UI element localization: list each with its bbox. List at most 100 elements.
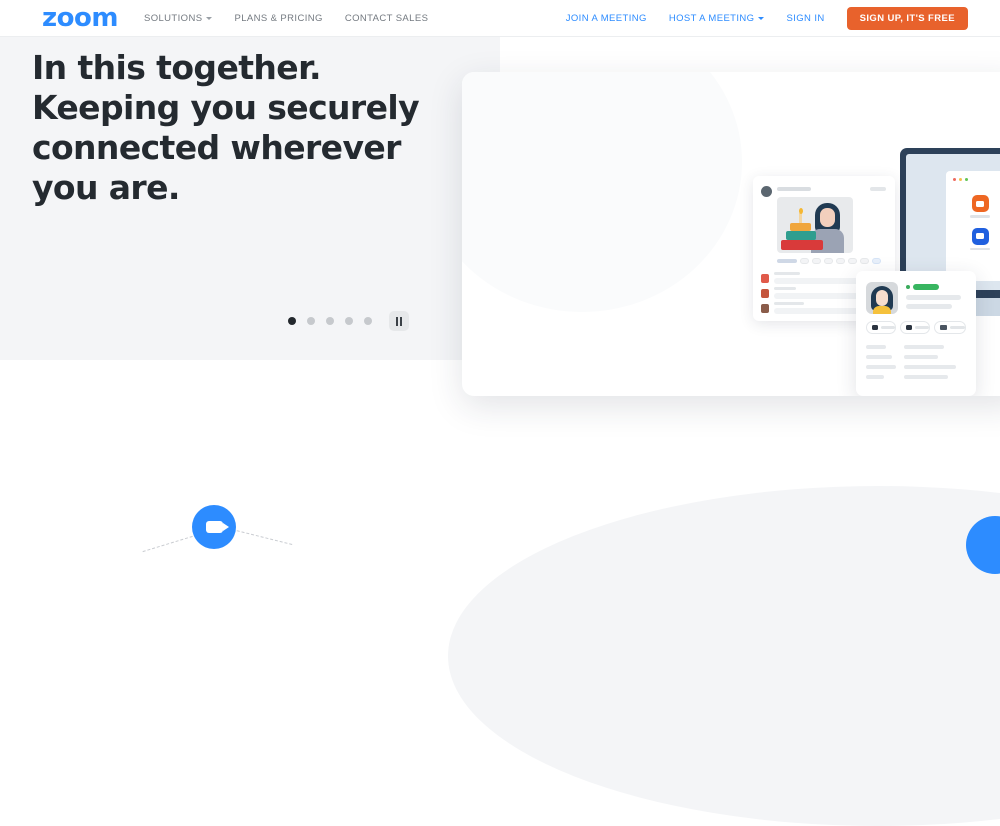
video-camera-badge bbox=[192, 505, 236, 549]
hero-carousel-controls bbox=[288, 311, 409, 331]
rooms-icon bbox=[971, 227, 989, 245]
nav-item-contact-sales-label: CONTACT SALES bbox=[344, 12, 429, 24]
meetings-icon bbox=[971, 195, 989, 212]
app-label bbox=[970, 215, 990, 218]
message-icon bbox=[761, 273, 769, 283]
cake-layer-middle bbox=[786, 231, 816, 240]
card-sheen-decoration bbox=[462, 72, 742, 312]
bottom-curve-decoration bbox=[448, 486, 1000, 826]
nav-item-solutions[interactable]: SOLUTIONS bbox=[144, 13, 213, 24]
cake-layer-bottom bbox=[781, 240, 823, 250]
nav-item-host-meeting[interactable]: HOST A MEETING bbox=[669, 13, 765, 24]
monitor-app-window bbox=[946, 171, 1000, 281]
sign-up-button[interactable]: SIGN UP, IT'S FREE bbox=[846, 6, 968, 30]
carousel-dot-4[interactable] bbox=[345, 317, 353, 325]
shared-photo bbox=[777, 197, 853, 253]
phone-call-button[interactable] bbox=[934, 321, 966, 334]
nav-item-contact-sales[interactable]: CONTACT SALES bbox=[345, 13, 429, 24]
sender-name-placeholder bbox=[777, 187, 811, 191]
avatar bbox=[866, 282, 898, 314]
message-name bbox=[774, 287, 796, 290]
pause-icon-bar-right bbox=[400, 316, 403, 326]
person-face bbox=[876, 290, 888, 306]
nav-item-plans-pricing[interactable]: PLANS & PRICING bbox=[234, 13, 322, 24]
carousel-pause-button[interactable] bbox=[389, 311, 409, 331]
emoji-reaction-row bbox=[777, 258, 881, 264]
cake-layer-top bbox=[790, 223, 811, 231]
person-body bbox=[873, 306, 891, 314]
contact-profile-card bbox=[856, 271, 976, 396]
message-icon bbox=[761, 303, 769, 313]
close-icon bbox=[953, 178, 956, 181]
carousel-dot-2[interactable] bbox=[307, 317, 315, 325]
flame-icon bbox=[798, 208, 803, 214]
primary-nav: SOLUTIONS PLANS & PRICING CONTACT SALES bbox=[144, 13, 428, 24]
reaction-chip[interactable] bbox=[836, 258, 845, 264]
nav-item-sign-in[interactable]: SIGN IN bbox=[786, 13, 824, 24]
detail-label bbox=[866, 365, 896, 369]
nav-item-sign-in-label: SIGN IN bbox=[786, 12, 825, 24]
message-name bbox=[774, 272, 800, 275]
status-badge bbox=[906, 284, 939, 290]
list-item bbox=[761, 272, 871, 284]
button-label bbox=[881, 326, 895, 329]
nav-item-join-meeting[interactable]: JOIN A MEETING bbox=[566, 13, 647, 24]
main-navbar: zoom SOLUTIONS PLANS & PRICING CONTACT S… bbox=[0, 0, 1000, 37]
carousel-dot-5[interactable] bbox=[364, 317, 372, 325]
secondary-nav: JOIN A MEETING HOST A MEETING SIGN IN SI… bbox=[566, 6, 968, 30]
message-icon bbox=[761, 288, 769, 298]
chevron-down-icon bbox=[206, 16, 213, 20]
hero-headline: In this together. Keeping you securely c… bbox=[32, 48, 420, 207]
contact-subtitle bbox=[906, 304, 952, 309]
minimize-icon bbox=[959, 178, 962, 181]
chat-button[interactable] bbox=[900, 321, 930, 334]
reaction-label bbox=[777, 259, 797, 263]
detail-value bbox=[904, 355, 938, 359]
contact-name bbox=[906, 295, 961, 300]
detail-value bbox=[904, 365, 956, 369]
detail-label bbox=[866, 375, 884, 379]
status-dot-icon bbox=[906, 285, 910, 289]
message-name bbox=[774, 302, 804, 305]
avatar bbox=[761, 186, 772, 197]
reaction-chip[interactable] bbox=[848, 258, 857, 264]
carousel-dot-3[interactable] bbox=[326, 317, 334, 325]
phone-icon bbox=[940, 325, 947, 330]
detail-value bbox=[904, 375, 948, 379]
reaction-chip[interactable] bbox=[860, 258, 869, 264]
nav-item-solutions-label: SOLUTIONS bbox=[143, 12, 203, 24]
chevron-down-icon bbox=[758, 16, 765, 20]
connector-line-right bbox=[231, 529, 293, 545]
status-label bbox=[913, 284, 939, 290]
person-face bbox=[820, 208, 835, 227]
video-camera-icon bbox=[872, 325, 879, 330]
video-call-button[interactable] bbox=[866, 321, 896, 334]
app-icon-grid bbox=[960, 195, 1000, 250]
video-camera-icon bbox=[205, 521, 229, 533]
button-label bbox=[915, 326, 929, 329]
reaction-chip[interactable] bbox=[824, 258, 833, 264]
maximize-icon bbox=[965, 178, 968, 181]
candle bbox=[799, 213, 802, 223]
nav-item-plans-pricing-label: PLANS & PRICING bbox=[234, 12, 323, 24]
app-label bbox=[970, 247, 990, 250]
nav-item-host-meeting-label: HOST A MEETING bbox=[668, 12, 755, 24]
camera-lens bbox=[222, 523, 229, 531]
reaction-chip[interactable] bbox=[812, 258, 821, 264]
hero-illustration-card bbox=[462, 72, 1000, 396]
app-tile[interactable] bbox=[960, 227, 1000, 250]
chat-icon bbox=[906, 325, 913, 330]
detail-label bbox=[866, 355, 892, 359]
window-controls bbox=[953, 178, 968, 181]
detail-value bbox=[904, 345, 944, 349]
button-label bbox=[949, 326, 965, 329]
add-reaction-button[interactable] bbox=[872, 258, 881, 264]
detail-label bbox=[866, 345, 886, 349]
app-tile[interactable] bbox=[960, 195, 1000, 218]
pause-icon-bar-left bbox=[395, 316, 398, 326]
zoom-logo[interactable]: zoom bbox=[42, 5, 118, 31]
nav-item-join-meeting-label: JOIN A MEETING bbox=[565, 12, 647, 24]
timestamp-placeholder bbox=[870, 187, 886, 191]
carousel-dot-1[interactable] bbox=[288, 317, 296, 325]
reaction-chip[interactable] bbox=[800, 258, 809, 264]
